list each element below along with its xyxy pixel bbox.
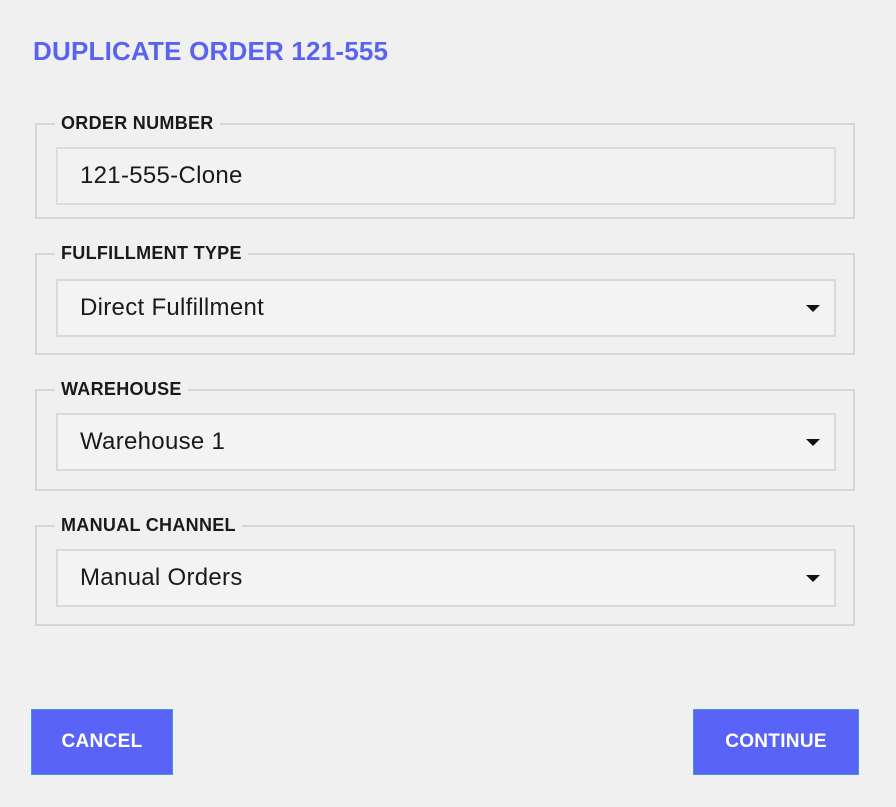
- warehouse-label: WAREHOUSE: [55, 378, 188, 400]
- dialog-title: DUPLICATE ORDER 121-555: [33, 36, 389, 66]
- manual-channel-value: Manual Orders: [80, 564, 243, 591]
- chevron-down-icon: [806, 439, 820, 446]
- manual-channel-select[interactable]: Manual Orders: [56, 549, 836, 607]
- warehouse-group: WAREHOUSE Warehouse 1: [35, 378, 855, 491]
- order-number-group: ORDER NUMBER 121-555-Clone: [35, 112, 855, 219]
- warehouse-select[interactable]: Warehouse 1: [56, 413, 836, 471]
- order-number-label: ORDER NUMBER: [55, 112, 220, 134]
- order-number-value: 121-555-Clone: [80, 162, 243, 189]
- fulfillment-type-value: Direct Fulfillment: [80, 294, 265, 321]
- warehouse-value: Warehouse 1: [80, 428, 226, 455]
- fulfillment-type-group: FULFILLMENT TYPE Direct Fulfillment: [35, 242, 855, 355]
- order-number-input[interactable]: 121-555-Clone: [56, 147, 836, 205]
- continue-button[interactable]: CONTINUE: [693, 709, 859, 775]
- chevron-down-icon: [806, 305, 820, 312]
- fulfillment-type-select[interactable]: Direct Fulfillment: [56, 279, 836, 337]
- duplicate-order-dialog: DUPLICATE ORDER 121-555 ORDER NUMBER 121…: [0, 0, 896, 807]
- fulfillment-type-label: FULFILLMENT TYPE: [55, 242, 248, 264]
- manual-channel-label: MANUAL CHANNEL: [55, 514, 242, 536]
- cancel-button[interactable]: CANCEL: [31, 709, 173, 775]
- chevron-down-icon: [806, 575, 820, 582]
- manual-channel-group: MANUAL CHANNEL Manual Orders: [35, 514, 855, 626]
